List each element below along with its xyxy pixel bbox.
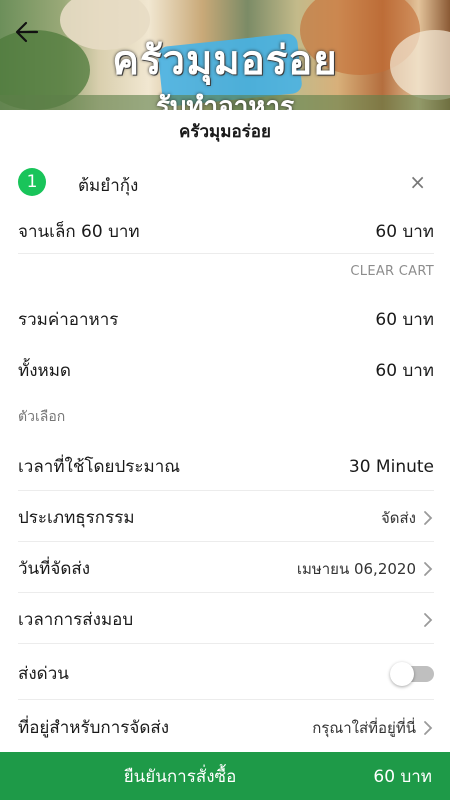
confirm-order-button[interactable]: ยืนยันการสั่งซื้อ 60 บาท	[0, 752, 450, 800]
item-variant: จานเล็ก 60 บาท	[18, 222, 140, 242]
toggle-knob	[390, 661, 414, 686]
delivery-date-label: วันที่จัดส่ง	[18, 559, 91, 579]
subtotal-row: รวมค่าอาหาร 60 บาท	[18, 306, 434, 333]
options-section-label: ตัวเลือก	[18, 409, 66, 425]
banner-title: ครัวมุมอร่อย	[112, 38, 338, 84]
cart-sheet: ครัวมุมอร่อย 1 ต้มยำกุ้ง × จานเล็ก 60 บา…	[0, 110, 450, 800]
chevron-right-icon	[424, 720, 433, 735]
item-variant-row: จานเล็ก 60 บาท 60 บาท	[18, 218, 434, 245]
subtotal-value: 60 บาท	[375, 310, 434, 330]
delivery-address-label: ที่อยู่สำหรับการจัดส่ง	[18, 718, 170, 738]
remove-item-button[interactable]: ×	[409, 170, 426, 194]
divider	[18, 541, 434, 542]
delivery-address-placeholder: กรุณาใส่ที่อยู่ที่นี่	[312, 718, 416, 737]
total-value: 60 บาท	[375, 361, 434, 381]
express-row: ส่งด่วน	[18, 660, 434, 687]
business-type-row[interactable]: ประเภทธุรกรรม จัดส่ง	[18, 504, 434, 531]
total-row: ทั้งหมด 60 บาท	[18, 357, 434, 384]
close-icon: ×	[409, 170, 426, 194]
item-name: ต้มยำกุ้ง	[78, 176, 139, 196]
banner-subtitle: รับทำอาหาร	[155, 92, 295, 110]
quantity-badge: 1	[18, 168, 46, 196]
divider	[18, 592, 434, 593]
confirm-order-label: ยืนยันการสั่งซื้อ	[123, 766, 237, 787]
estimated-time-label: เวลาที่ใช้โดยประมาณ	[18, 457, 181, 477]
total-label: ทั้งหมด	[18, 361, 71, 381]
chevron-right-icon	[424, 612, 433, 627]
chevron-right-icon	[424, 510, 433, 525]
back-button[interactable]	[12, 18, 42, 46]
back-arrow-icon	[15, 21, 39, 43]
item-price: 60 บาท	[375, 222, 434, 242]
delivery-time-row[interactable]: เวลาการส่งมอบ	[18, 606, 434, 633]
cart-item: 1 ต้มยำกุ้ง ×	[18, 168, 434, 198]
confirm-order-total: 60 บาท	[373, 766, 432, 787]
estimated-time-row: เวลาที่ใช้โดยประมาณ 30 Minute	[18, 453, 434, 480]
divider	[18, 490, 434, 491]
clear-cart-button[interactable]: CLEAR CART	[350, 264, 434, 279]
shop-name: ครัวมุมอร่อย	[179, 122, 271, 142]
divider	[18, 699, 434, 700]
divider	[18, 643, 434, 644]
shop-banner: ครัวมุมอร่อย รับทำอาหาร	[0, 0, 450, 110]
divider	[18, 253, 434, 254]
delivery-date-row[interactable]: วันที่จัดส่ง เมษายน 06,2020	[18, 555, 434, 582]
estimated-time-value: 30 Minute	[348, 456, 434, 477]
chevron-right-icon	[424, 561, 433, 576]
business-type-label: ประเภทธุรกรรม	[18, 508, 135, 528]
express-label: ส่งด่วน	[18, 664, 69, 684]
delivery-date-value: เมษายน 06,2020	[296, 559, 416, 578]
delivery-address-row[interactable]: ที่อยู่สำหรับการจัดส่ง กรุณาใส่ที่อยู่ที…	[18, 714, 434, 741]
business-type-value: จัดส่ง	[380, 508, 416, 527]
subtotal-label: รวมค่าอาหาร	[18, 310, 119, 330]
delivery-time-label: เวลาการส่งมอบ	[18, 610, 134, 630]
express-toggle[interactable]	[390, 661, 434, 686]
